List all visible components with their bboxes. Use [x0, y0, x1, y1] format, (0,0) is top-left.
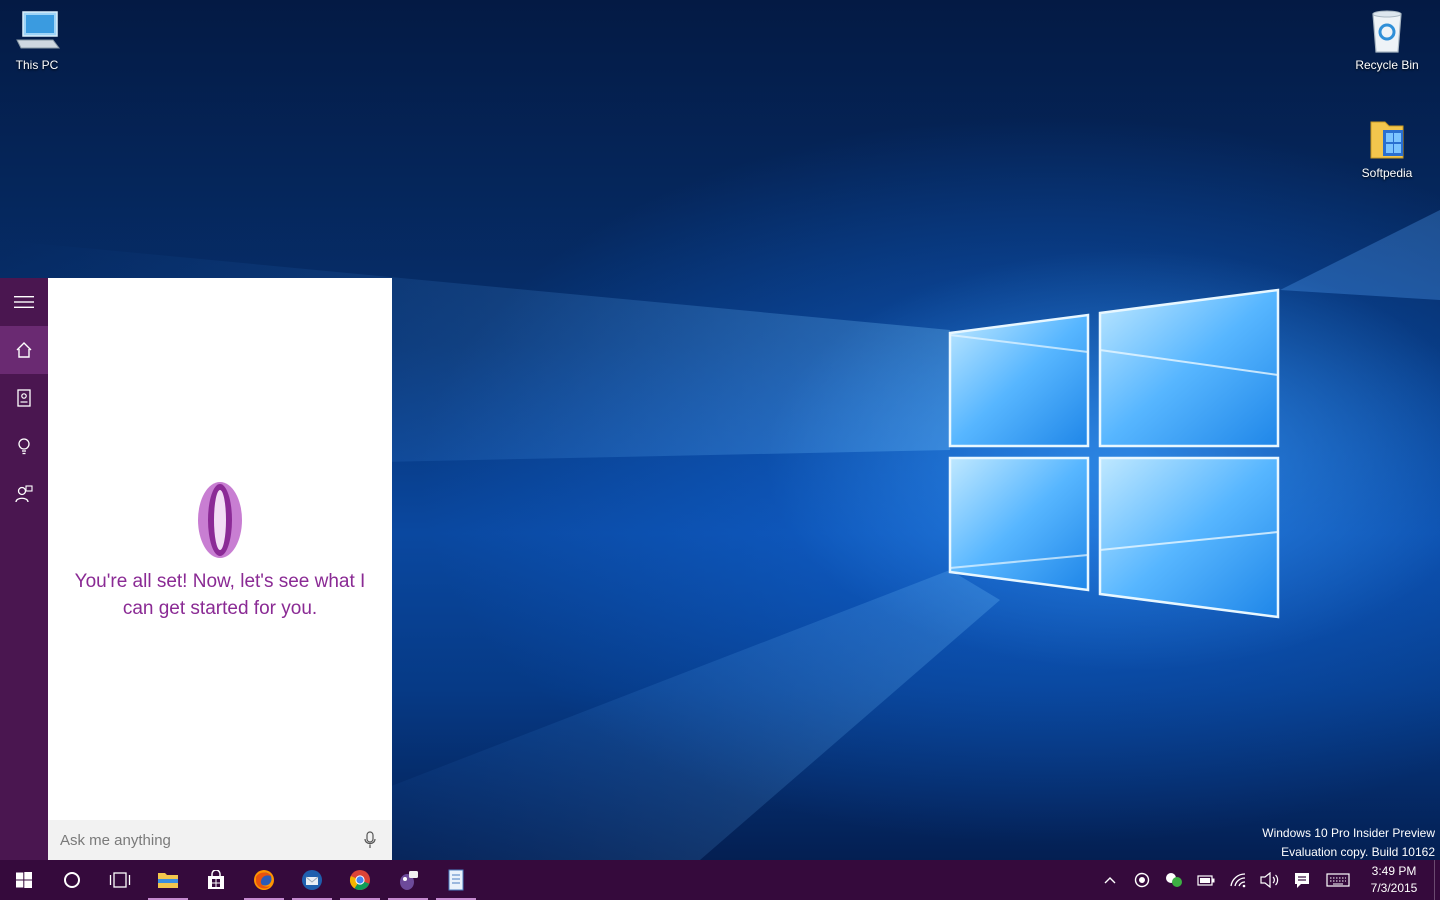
microphone-icon: [364, 831, 376, 848]
touch-keyboard-button[interactable]: [1318, 860, 1358, 900]
task-view-button[interactable]: [96, 860, 144, 900]
notebook-icon: [17, 389, 31, 407]
taskbar-chrome[interactable]: [336, 860, 384, 900]
chrome-icon: [349, 870, 370, 891]
taskbar: 3:49 PM 7/3/2015: [0, 860, 1440, 900]
feedback-button[interactable]: [0, 470, 48, 518]
record-icon: [1134, 872, 1150, 888]
desktop-icon-label: Softpedia: [1361, 166, 1413, 180]
watermark-line-1: Windows 10 Pro Insider Preview: [1262, 826, 1435, 840]
firefox-icon: [254, 870, 274, 890]
clock-date: 7/3/2015: [1370, 881, 1418, 895]
thunderbird-icon: [302, 870, 322, 890]
task-view-icon: [109, 872, 131, 888]
taskbar-thunderbird[interactable]: [288, 860, 336, 900]
system-tray: 3:49 PM 7/3/2015: [1094, 860, 1440, 900]
desktop-icon-label: This PC: [15, 58, 59, 72]
recycle-bin-icon: [1372, 10, 1402, 53]
reminders-icon: [18, 438, 30, 455]
chat-app-icon: [1166, 873, 1182, 887]
tray-record-button[interactable]: [1126, 860, 1158, 900]
desktop-icon-this-pc[interactable]: This PC: [0, 8, 77, 72]
battery-icon: [1197, 875, 1215, 886]
home-icon: [16, 342, 32, 358]
pidgin-icon: [400, 871, 418, 890]
start-button[interactable]: [0, 860, 48, 900]
chevron-up-icon: [1104, 877, 1116, 884]
store-icon: [208, 870, 224, 889]
cortana-search-box[interactable]: [48, 820, 392, 860]
show-hidden-icons-button[interactable]: [1094, 860, 1126, 900]
folder-icon: [1370, 121, 1404, 159]
desktop-icon-softpedia[interactable]: Softpedia: [1347, 116, 1427, 180]
ask-me-anything-input[interactable]: [60, 831, 360, 849]
build-watermark: Windows 10 Pro Insider Preview Evaluatio…: [1262, 824, 1435, 862]
taskbar-pidgin[interactable]: [384, 860, 432, 900]
cortana-icon: [64, 872, 80, 888]
tray-app-button[interactable]: [1158, 860, 1190, 900]
notification-icon: [1295, 873, 1309, 888]
file-explorer-icon: [158, 873, 178, 888]
keyboard-icon: [1326, 873, 1350, 887]
notepad-icon: [448, 869, 464, 891]
taskbar-notepad[interactable]: [432, 860, 480, 900]
cortana-button[interactable]: [48, 860, 96, 900]
battery-button[interactable]: [1190, 860, 1222, 900]
notebook-button[interactable]: [0, 374, 48, 422]
cortana-panel: You're all set! Now, let's see what I ca…: [48, 278, 392, 860]
cortana-nav-rail: [0, 278, 48, 860]
this-pc-icon: [16, 11, 60, 49]
hamburger-menu-button[interactable]: [0, 278, 48, 326]
taskbar-clock[interactable]: 3:49 PM 7/3/2015: [1358, 863, 1430, 897]
clock-time: 3:49 PM: [1371, 864, 1417, 878]
feedback-icon: [15, 485, 33, 503]
taskbar-file-explorer[interactable]: [144, 860, 192, 900]
cortana-logo-icon: [198, 482, 242, 558]
action-center-button[interactable]: [1286, 860, 1318, 900]
wifi-icon: [1230, 873, 1246, 888]
volume-button[interactable]: [1254, 860, 1286, 900]
start-icon: [16, 872, 32, 888]
cortana-message: You're all set! Now, let's see what I ca…: [74, 571, 366, 619]
speaker-icon: [1260, 872, 1279, 888]
network-button[interactable]: [1222, 860, 1254, 900]
desktop-icon-recycle-bin[interactable]: Recycle Bin: [1347, 8, 1427, 72]
home-button[interactable]: [0, 326, 48, 374]
hamburger-menu-icon: [14, 296, 34, 308]
show-desktop-button[interactable]: [1434, 860, 1440, 900]
desktop-icon-label: Recycle Bin: [1355, 58, 1419, 72]
reminders-button[interactable]: [0, 422, 48, 470]
taskbar-store[interactable]: [192, 860, 240, 900]
microphone-button[interactable]: [360, 829, 380, 851]
taskbar-firefox[interactable]: [240, 860, 288, 900]
